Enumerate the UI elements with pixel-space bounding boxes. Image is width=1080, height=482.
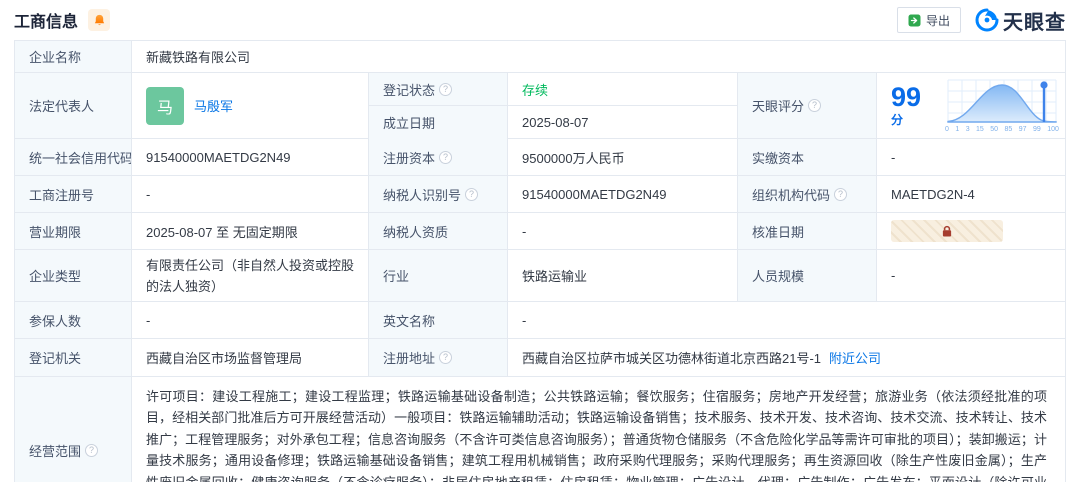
header-actions: 导出 天眼查 xyxy=(897,6,1066,35)
field-value-industry: 铁路运输业 xyxy=(508,250,738,302)
help-icon[interactable] xyxy=(439,351,452,364)
export-button[interactable]: 导出 xyxy=(897,7,961,33)
field-label-reg-address: 注册地址 xyxy=(369,339,508,377)
score-number: 99分 xyxy=(891,84,933,128)
field-value-org-code: MAETDG2N-4 xyxy=(877,176,1065,213)
field-value-legal-rep: 马 马殷军 xyxy=(132,73,369,139)
field-label-legal-rep: 法定代表人 xyxy=(15,73,132,139)
lock-icon xyxy=(941,225,953,238)
field-label-company-type: 企业类型 xyxy=(15,250,132,302)
field-value-company-type: 有限责任公司（非自然人投资或控股的法人独资） xyxy=(132,250,369,302)
help-icon[interactable] xyxy=(808,99,821,112)
field-label-english-name: 英文名称 xyxy=(369,302,508,339)
field-label-taxpayer-quality: 纳税人资质 xyxy=(369,213,508,250)
field-value-company-name: 新藏铁路有限公司 xyxy=(132,41,1065,73)
field-label-industry: 行业 xyxy=(369,250,508,302)
field-value-reg-address: 西藏自治区拉萨市城关区功德林街道北京西路21号-1 附近公司 xyxy=(508,339,1065,377)
field-label-org-code: 组织机构代码 xyxy=(738,176,877,213)
locked-value-placeholder[interactable] xyxy=(891,220,1003,242)
field-label-taxpayer-id: 纳税人识别号 xyxy=(369,176,508,213)
chart-axis-ticks: 0 1 3 15 50 85 97 99 100 xyxy=(943,126,1061,134)
field-value-reg-number: - xyxy=(132,176,369,213)
help-icon[interactable] xyxy=(439,151,452,164)
field-label-credit-code: 统一社会信用代码 xyxy=(15,139,132,176)
score-distribution-chart[interactable]: 0 1 3 15 50 85 97 99 100 xyxy=(943,78,1061,134)
card-header: 工商信息 导出 xyxy=(0,0,1080,40)
field-label-establish-date: 成立日期 xyxy=(369,106,508,139)
field-label-business-term: 营业期限 xyxy=(15,213,132,250)
logo-text: 天眼查 xyxy=(1003,6,1066,35)
help-icon[interactable] xyxy=(85,444,98,457)
field-label-reg-authority: 登记机关 xyxy=(15,339,132,377)
field-label-company-name: 企业名称 xyxy=(15,41,132,73)
field-label-insured-count: 参保人数 xyxy=(15,302,132,339)
field-value-establish-date: 2025-08-07 xyxy=(508,106,738,139)
bell-icon xyxy=(93,14,106,27)
field-label-staff-size: 人员规模 xyxy=(738,250,877,302)
field-value-reg-status: 存续 xyxy=(508,73,738,106)
announcement-bell-icon[interactable] xyxy=(88,9,110,31)
page-title: 工商信息 xyxy=(14,8,78,32)
legal-rep-name-link[interactable]: 马殷军 xyxy=(194,96,233,115)
status-date-subgrid: 登记状态 存续 成立日期 2025-08-07 xyxy=(369,73,738,139)
tianyancha-eye-icon xyxy=(975,8,999,32)
bell-curve-chart xyxy=(943,78,1061,126)
score-marker-dot xyxy=(1040,81,1047,88)
field-value-paid-capital: - xyxy=(877,139,1065,176)
field-value-approval-date xyxy=(877,213,1065,250)
help-icon[interactable] xyxy=(465,188,478,201)
field-value-business-term: 2025-08-07 至 无固定期限 xyxy=(132,213,369,250)
field-label-tyc-score: 天眼评分 xyxy=(738,73,877,139)
help-icon[interactable] xyxy=(834,188,847,201)
field-label-reg-status: 登记状态 xyxy=(369,73,508,106)
field-label-reg-capital: 注册资本 xyxy=(369,139,508,176)
field-label-paid-capital: 实缴资本 xyxy=(738,139,877,176)
business-info-table: 企业名称 新藏铁路有限公司 法定代表人 马 马殷军 登记状态 存续 成立日期 2… xyxy=(14,40,1066,482)
export-file-icon xyxy=(908,14,921,27)
export-button-label: 导出 xyxy=(926,12,950,29)
field-value-staff-size: - xyxy=(877,250,1065,302)
legal-rep-avatar[interactable]: 马 xyxy=(146,87,184,125)
field-value-taxpayer-quality: - xyxy=(508,213,738,250)
field-value-tyc-score: 99分 0 1 3 15 50 85 97 xyxy=(877,73,1065,139)
field-value-english-name: - xyxy=(508,302,1065,339)
field-value-insured-count: - xyxy=(132,302,369,339)
help-icon[interactable] xyxy=(439,83,452,96)
field-label-approval-date: 核准日期 xyxy=(738,213,877,250)
field-value-business-scope: 许可项目：建设工程施工；建设工程监理；铁路运输基础设备制造；公共铁路运输；餐饮服… xyxy=(132,377,1065,482)
field-label-business-scope: 经营范围 xyxy=(15,377,132,482)
nearby-companies-link[interactable]: 附近公司 xyxy=(829,348,881,367)
field-value-reg-authority: 西藏自治区市场监督管理局 xyxy=(132,339,369,377)
field-value-taxpayer-id: 91540000MAETDG2N49 xyxy=(508,176,738,213)
field-value-credit-code: 91540000MAETDG2N49 xyxy=(132,139,369,176)
status-badge: 存续 xyxy=(522,80,548,99)
field-value-reg-capital: 9500000万人民币 xyxy=(508,139,738,176)
field-label-reg-number: 工商注册号 xyxy=(15,176,132,213)
business-info-card: 工商信息 导出 xyxy=(0,0,1080,482)
tianyancha-logo[interactable]: 天眼查 xyxy=(975,6,1066,35)
